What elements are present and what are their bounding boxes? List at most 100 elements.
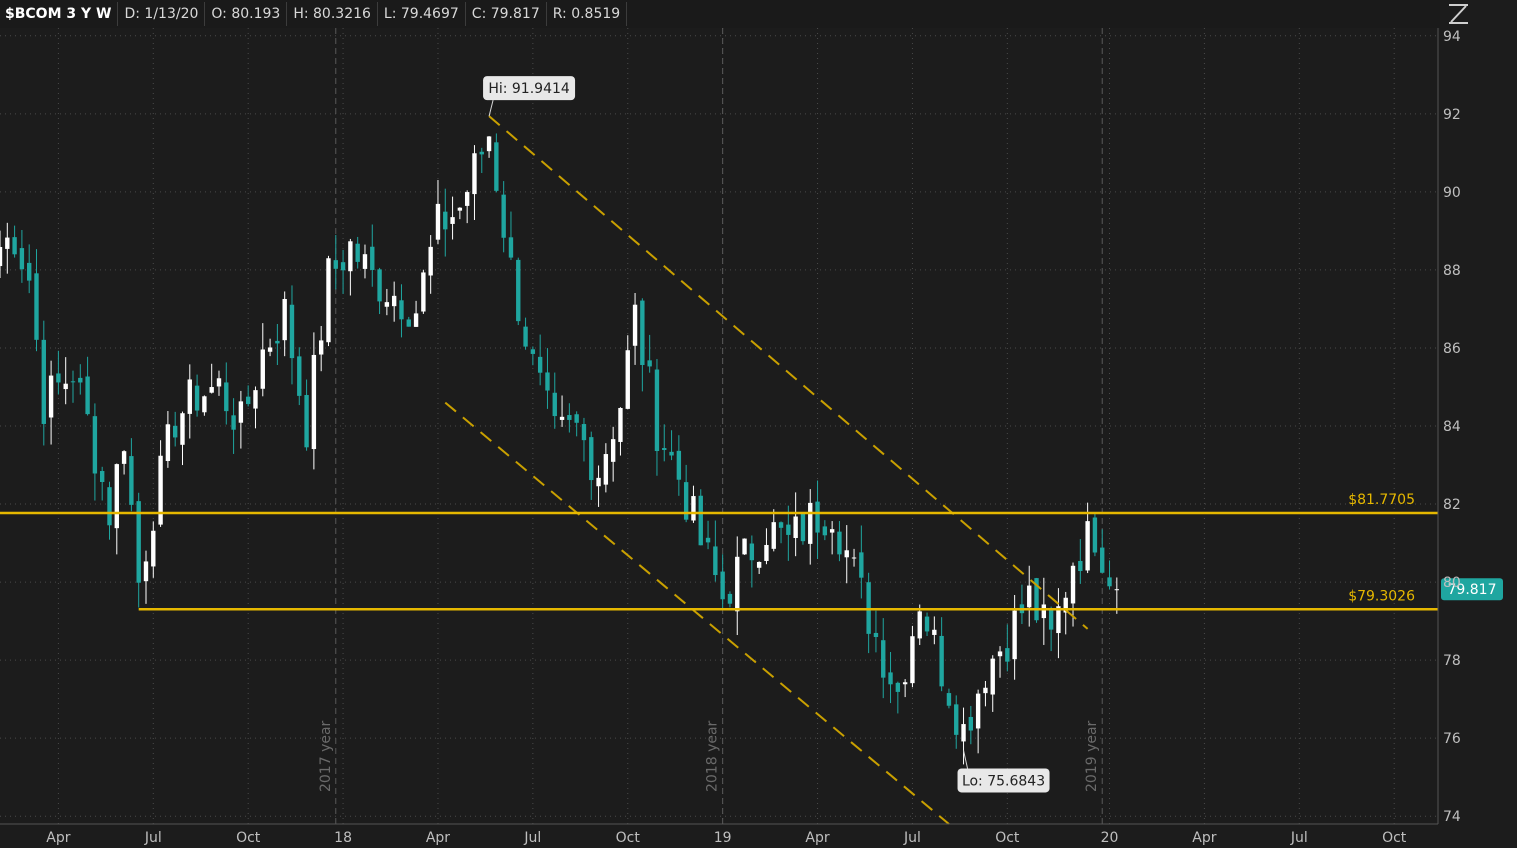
x-tick-label: Apr [1192, 830, 1216, 846]
candle-body [968, 716, 974, 731]
candle-body [399, 300, 404, 320]
candle-body [472, 153, 477, 195]
candle-body [786, 524, 791, 535]
candle-body [114, 464, 119, 529]
candle-body [691, 496, 696, 521]
price-chart[interactable]: 2017 year 2018 year 2019 year $81.7705 $79.… [0, 0, 1517, 848]
y-tick-label: 92 [1443, 107, 1461, 123]
candle-body [589, 437, 594, 481]
candle-body [1092, 517, 1098, 553]
candle-body [428, 246, 433, 276]
x-tick-label: Oct [1382, 830, 1407, 846]
candle-body [457, 207, 463, 211]
candle-body [975, 693, 981, 729]
candle-body [0, 246, 3, 267]
candle-body [954, 704, 959, 735]
candle-body [421, 272, 426, 312]
candle-body [632, 304, 638, 346]
candle-body [501, 194, 506, 238]
y-tick-label: 86 [1443, 341, 1461, 357]
candle-body [676, 450, 682, 480]
candle-body [946, 693, 952, 706]
y-tick-label: 84 [1443, 419, 1461, 435]
candle-body [727, 593, 733, 604]
candle-body [413, 313, 419, 327]
candle-body [377, 269, 382, 302]
candle-body [523, 326, 528, 347]
x-tick-label: Apr [46, 830, 70, 846]
candle-body [662, 448, 667, 451]
candle-body [873, 632, 879, 638]
candle-body [275, 340, 280, 344]
candle-body [34, 273, 39, 340]
candle-body [494, 142, 499, 191]
candle-body [932, 629, 937, 635]
y-tick-label: 90 [1443, 185, 1461, 201]
grid [0, 28, 1438, 824]
candle-body [121, 451, 127, 464]
y-tick-label: 82 [1443, 497, 1461, 513]
candle-body [610, 439, 616, 462]
candle-body [910, 636, 915, 684]
candle-body [574, 414, 579, 423]
candle-body [1041, 604, 1047, 619]
candle-body [829, 529, 835, 533]
candle-body [822, 526, 828, 536]
x-tick-label: Oct [616, 830, 641, 846]
candle-body [735, 556, 740, 612]
x-tick-label: Oct [236, 830, 261, 846]
candle-body [537, 356, 543, 373]
candle-body [143, 561, 149, 582]
candle-body [56, 373, 61, 383]
candle-body [1048, 608, 1054, 630]
candle-body [1027, 585, 1032, 608]
candle-body [224, 382, 229, 412]
candle-body [165, 424, 171, 462]
candle-body [443, 211, 448, 230]
candle-body [41, 339, 46, 424]
candle-body [151, 530, 156, 567]
candle-body [545, 372, 550, 391]
candle-body [749, 543, 755, 561]
candle-body [355, 243, 360, 262]
candle-body [530, 349, 536, 354]
candle-body [618, 407, 623, 442]
y-tick-label: 94 [1443, 29, 1461, 45]
candle-body [362, 254, 368, 269]
x-tick-label: Oct [995, 830, 1020, 846]
candle-body [245, 396, 251, 405]
candle-body [318, 340, 324, 355]
candle-body [384, 302, 390, 307]
candle-body [289, 304, 295, 359]
x-tick-label: 20 [1101, 830, 1119, 846]
candle-body [260, 349, 265, 389]
candle-body [231, 415, 236, 430]
candle-body [158, 455, 163, 525]
y-tick-label: 78 [1443, 653, 1461, 669]
candle-body [70, 381, 76, 383]
high-callout-text: Hi: 91.9414 [488, 81, 570, 97]
candle-body [939, 635, 944, 687]
candle-body [764, 544, 769, 561]
candle-body [640, 300, 645, 365]
candle-body [581, 424, 587, 441]
candle-body [559, 416, 565, 420]
candle-body [997, 651, 1003, 657]
x-tick-label: Jul [523, 830, 541, 846]
candle-body [202, 396, 207, 413]
candle-body [705, 537, 711, 543]
y-tick-label: 80 [1443, 575, 1461, 591]
candle-body [808, 502, 813, 544]
candle-body [187, 379, 192, 414]
candle-body [1107, 577, 1112, 587]
x-tick-label: Jul [903, 830, 921, 846]
candle-body [333, 260, 338, 269]
candle-body [27, 262, 32, 281]
candle-body [172, 425, 178, 438]
candle-body [297, 356, 302, 396]
candle-body [1070, 565, 1076, 604]
candle-body [983, 687, 988, 694]
candle-body [486, 136, 492, 152]
candle-body [713, 546, 718, 576]
candle-body [304, 395, 309, 448]
